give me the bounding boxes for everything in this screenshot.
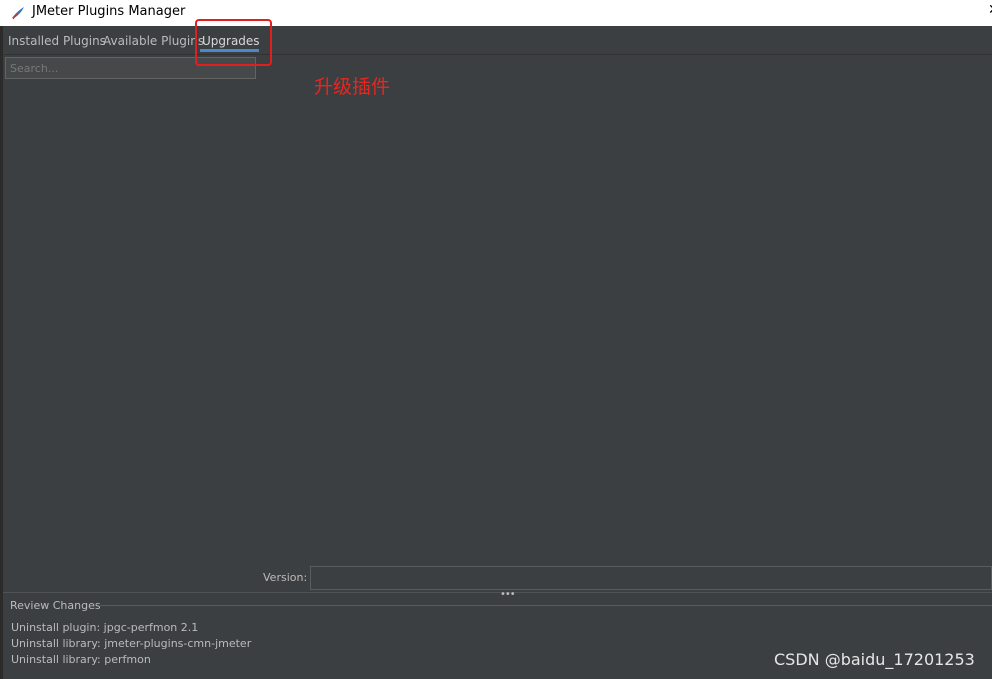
watermark: CSDN @baidu_17201253 — [774, 650, 975, 669]
window-titlebar: JMeter Plugins Manager ✕ — [0, 0, 992, 26]
window-title: JMeter Plugins Manager — [32, 4, 186, 19]
window-left-edge — [0, 26, 3, 679]
jmeter-feather-icon — [10, 5, 26, 21]
review-changes-separator — [100, 605, 992, 606]
review-changes-title: Review Changes — [10, 599, 101, 612]
annotation-label: 升级插件 — [314, 76, 391, 98]
upgrades-highlight-box — [195, 19, 272, 66]
tab-available-plugins[interactable]: Available Plugins — [103, 33, 204, 49]
review-item: Uninstall plugin: jpgc-perfmon 2.1 — [11, 621, 199, 634]
review-item: Uninstall library: perfmon — [11, 653, 151, 666]
review-item: Uninstall library: jmeter-plugins-cmn-jm… — [11, 637, 252, 650]
version-label: Version: — [263, 571, 308, 584]
tab-bar: Installed Plugins Available Plugins Upgr… — [3, 26, 992, 55]
split-handle-icon[interactable]: ••• — [500, 590, 516, 600]
split-pane-divider[interactable] — [3, 592, 992, 593]
version-field[interactable] — [310, 566, 992, 590]
close-icon[interactable]: ✕ — [988, 2, 992, 18]
tab-installed-plugins[interactable]: Installed Plugins — [8, 33, 106, 49]
